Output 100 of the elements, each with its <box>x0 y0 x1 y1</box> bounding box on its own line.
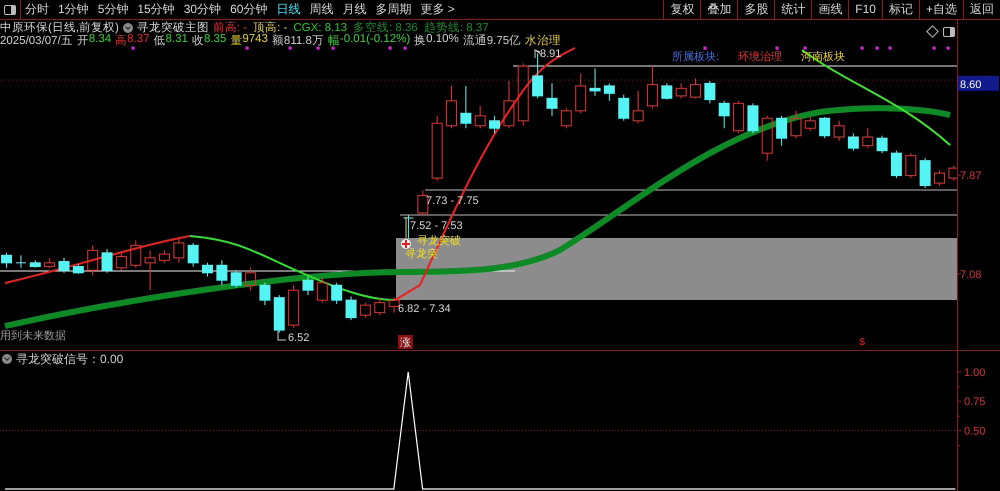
period-tab[interactable]: 1分钟 <box>58 1 89 18</box>
candle <box>518 62 529 126</box>
candle <box>173 237 184 264</box>
panel-toggle-icon[interactable] <box>943 26 955 36</box>
toolbar-button[interactable]: 标记 <box>882 0 919 19</box>
quote-text: 量 <box>230 34 242 48</box>
candle <box>374 297 386 316</box>
candle <box>1 252 12 268</box>
quote-text: 低 <box>154 34 166 48</box>
toolbar-button[interactable]: 返回 <box>963 0 1000 19</box>
candle <box>346 296 356 321</box>
candle <box>905 152 916 179</box>
period-tab[interactable]: 60分钟 <box>230 1 268 18</box>
candle <box>934 170 945 186</box>
candle <box>432 115 443 182</box>
candle <box>72 264 84 274</box>
quote-text: 8.37 <box>127 33 150 47</box>
candle <box>288 284 300 328</box>
indicator-title: 寻龙突破信号 <box>16 352 88 366</box>
candle <box>804 116 816 132</box>
quote-text: 0.10% <box>426 33 459 47</box>
candle <box>202 262 213 277</box>
candle <box>890 150 902 179</box>
candle <box>575 72 586 114</box>
quote-text: 高 <box>115 34 128 48</box>
candle <box>302 276 314 296</box>
period-tab[interactable]: 5分钟 <box>98 1 128 18</box>
dropdown-icon[interactable] <box>2 354 12 364</box>
toolbar-button[interactable]: 统计 <box>774 0 812 19</box>
period-tab[interactable]: 日线 <box>276 1 300 18</box>
candle <box>15 254 26 268</box>
current-price-label: 8.60 <box>958 76 999 91</box>
toolbar-button[interactable]: 叠加 <box>700 0 738 19</box>
indicator-value: 趋势线: 8.37 <box>424 20 489 34</box>
candle <box>862 128 874 149</box>
rise-badge: 涨 <box>398 335 413 349</box>
candle <box>30 260 41 268</box>
candle <box>661 82 672 100</box>
candle <box>704 80 716 104</box>
pointer-arrow-icon <box>534 49 542 58</box>
candle <box>819 116 830 139</box>
period-tab[interactable]: 分时 <box>25 1 49 18</box>
candle <box>618 94 630 122</box>
dollar-marker: $ <box>859 337 865 348</box>
quote-text: 收 <box>192 34 204 48</box>
candle <box>446 85 457 129</box>
candle <box>58 257 70 274</box>
candle <box>762 115 773 162</box>
toolbar-button[interactable]: 复权 <box>663 0 700 19</box>
price-annotation: 6.52 <box>288 332 310 344</box>
candle <box>188 242 199 268</box>
candle <box>503 80 514 129</box>
candle <box>646 65 658 109</box>
candle <box>316 277 328 304</box>
candle <box>747 102 758 134</box>
period-tab[interactable]: 月线 <box>342 1 366 18</box>
candle <box>245 267 256 291</box>
candle <box>876 135 888 154</box>
quote-text: 水治理 <box>525 34 562 48</box>
quote-date: 2025/03/07/五 <box>0 34 73 48</box>
stock-title: 中原环保(日线,前复权) <box>0 20 119 34</box>
candle <box>87 244 98 276</box>
quote-text: -0.01(-0.12%) <box>340 33 410 47</box>
toolbar-button[interactable]: 多股 <box>737 0 774 19</box>
quote-text: 9743 <box>242 33 268 47</box>
warning-note: 用到未来数据 <box>0 330 66 342</box>
axis-tick-label: 1.00 <box>964 366 986 379</box>
candle <box>360 302 371 318</box>
indicator-value: 前高: - <box>212 20 248 34</box>
quote-text: 8.35 <box>204 33 226 47</box>
candle <box>144 250 156 291</box>
period-tab[interactable]: 周线 <box>309 1 334 18</box>
candle <box>790 110 802 139</box>
dropdown-icon[interactable] <box>122 22 133 32</box>
period-tab[interactable]: 多周期 <box>375 1 412 18</box>
toolbar-button[interactable]: +自选 <box>918 0 963 19</box>
candle <box>604 82 615 102</box>
quote-text: 8.34 <box>88 33 112 47</box>
candle <box>676 82 687 99</box>
indicator-value: CGX: 8.13 <box>293 22 348 34</box>
period-tab[interactable]: 更多 > <box>420 1 455 18</box>
candle <box>948 165 957 182</box>
candle <box>489 115 500 134</box>
candle <box>460 85 472 129</box>
candle <box>590 68 600 96</box>
toolbar-button[interactable]: 画线 <box>811 0 848 19</box>
panel-toggle-icon[interactable] <box>4 4 16 14</box>
candle <box>848 132 859 152</box>
candle <box>44 257 56 268</box>
quote-text: 9.75亿 <box>486 34 522 48</box>
price-axis-label: 7.87 <box>960 170 982 182</box>
period-tab[interactable]: 30分钟 <box>184 1 222 18</box>
candle <box>834 120 844 142</box>
candle <box>920 158 931 189</box>
pointer-arrow-icon <box>278 330 286 340</box>
toolbar-button[interactable]: F10 <box>848 0 882 19</box>
period-tab[interactable]: 15分钟 <box>137 1 175 18</box>
candle <box>718 100 730 129</box>
candle <box>116 252 127 271</box>
price-axis-label: 7.08 <box>960 268 982 281</box>
